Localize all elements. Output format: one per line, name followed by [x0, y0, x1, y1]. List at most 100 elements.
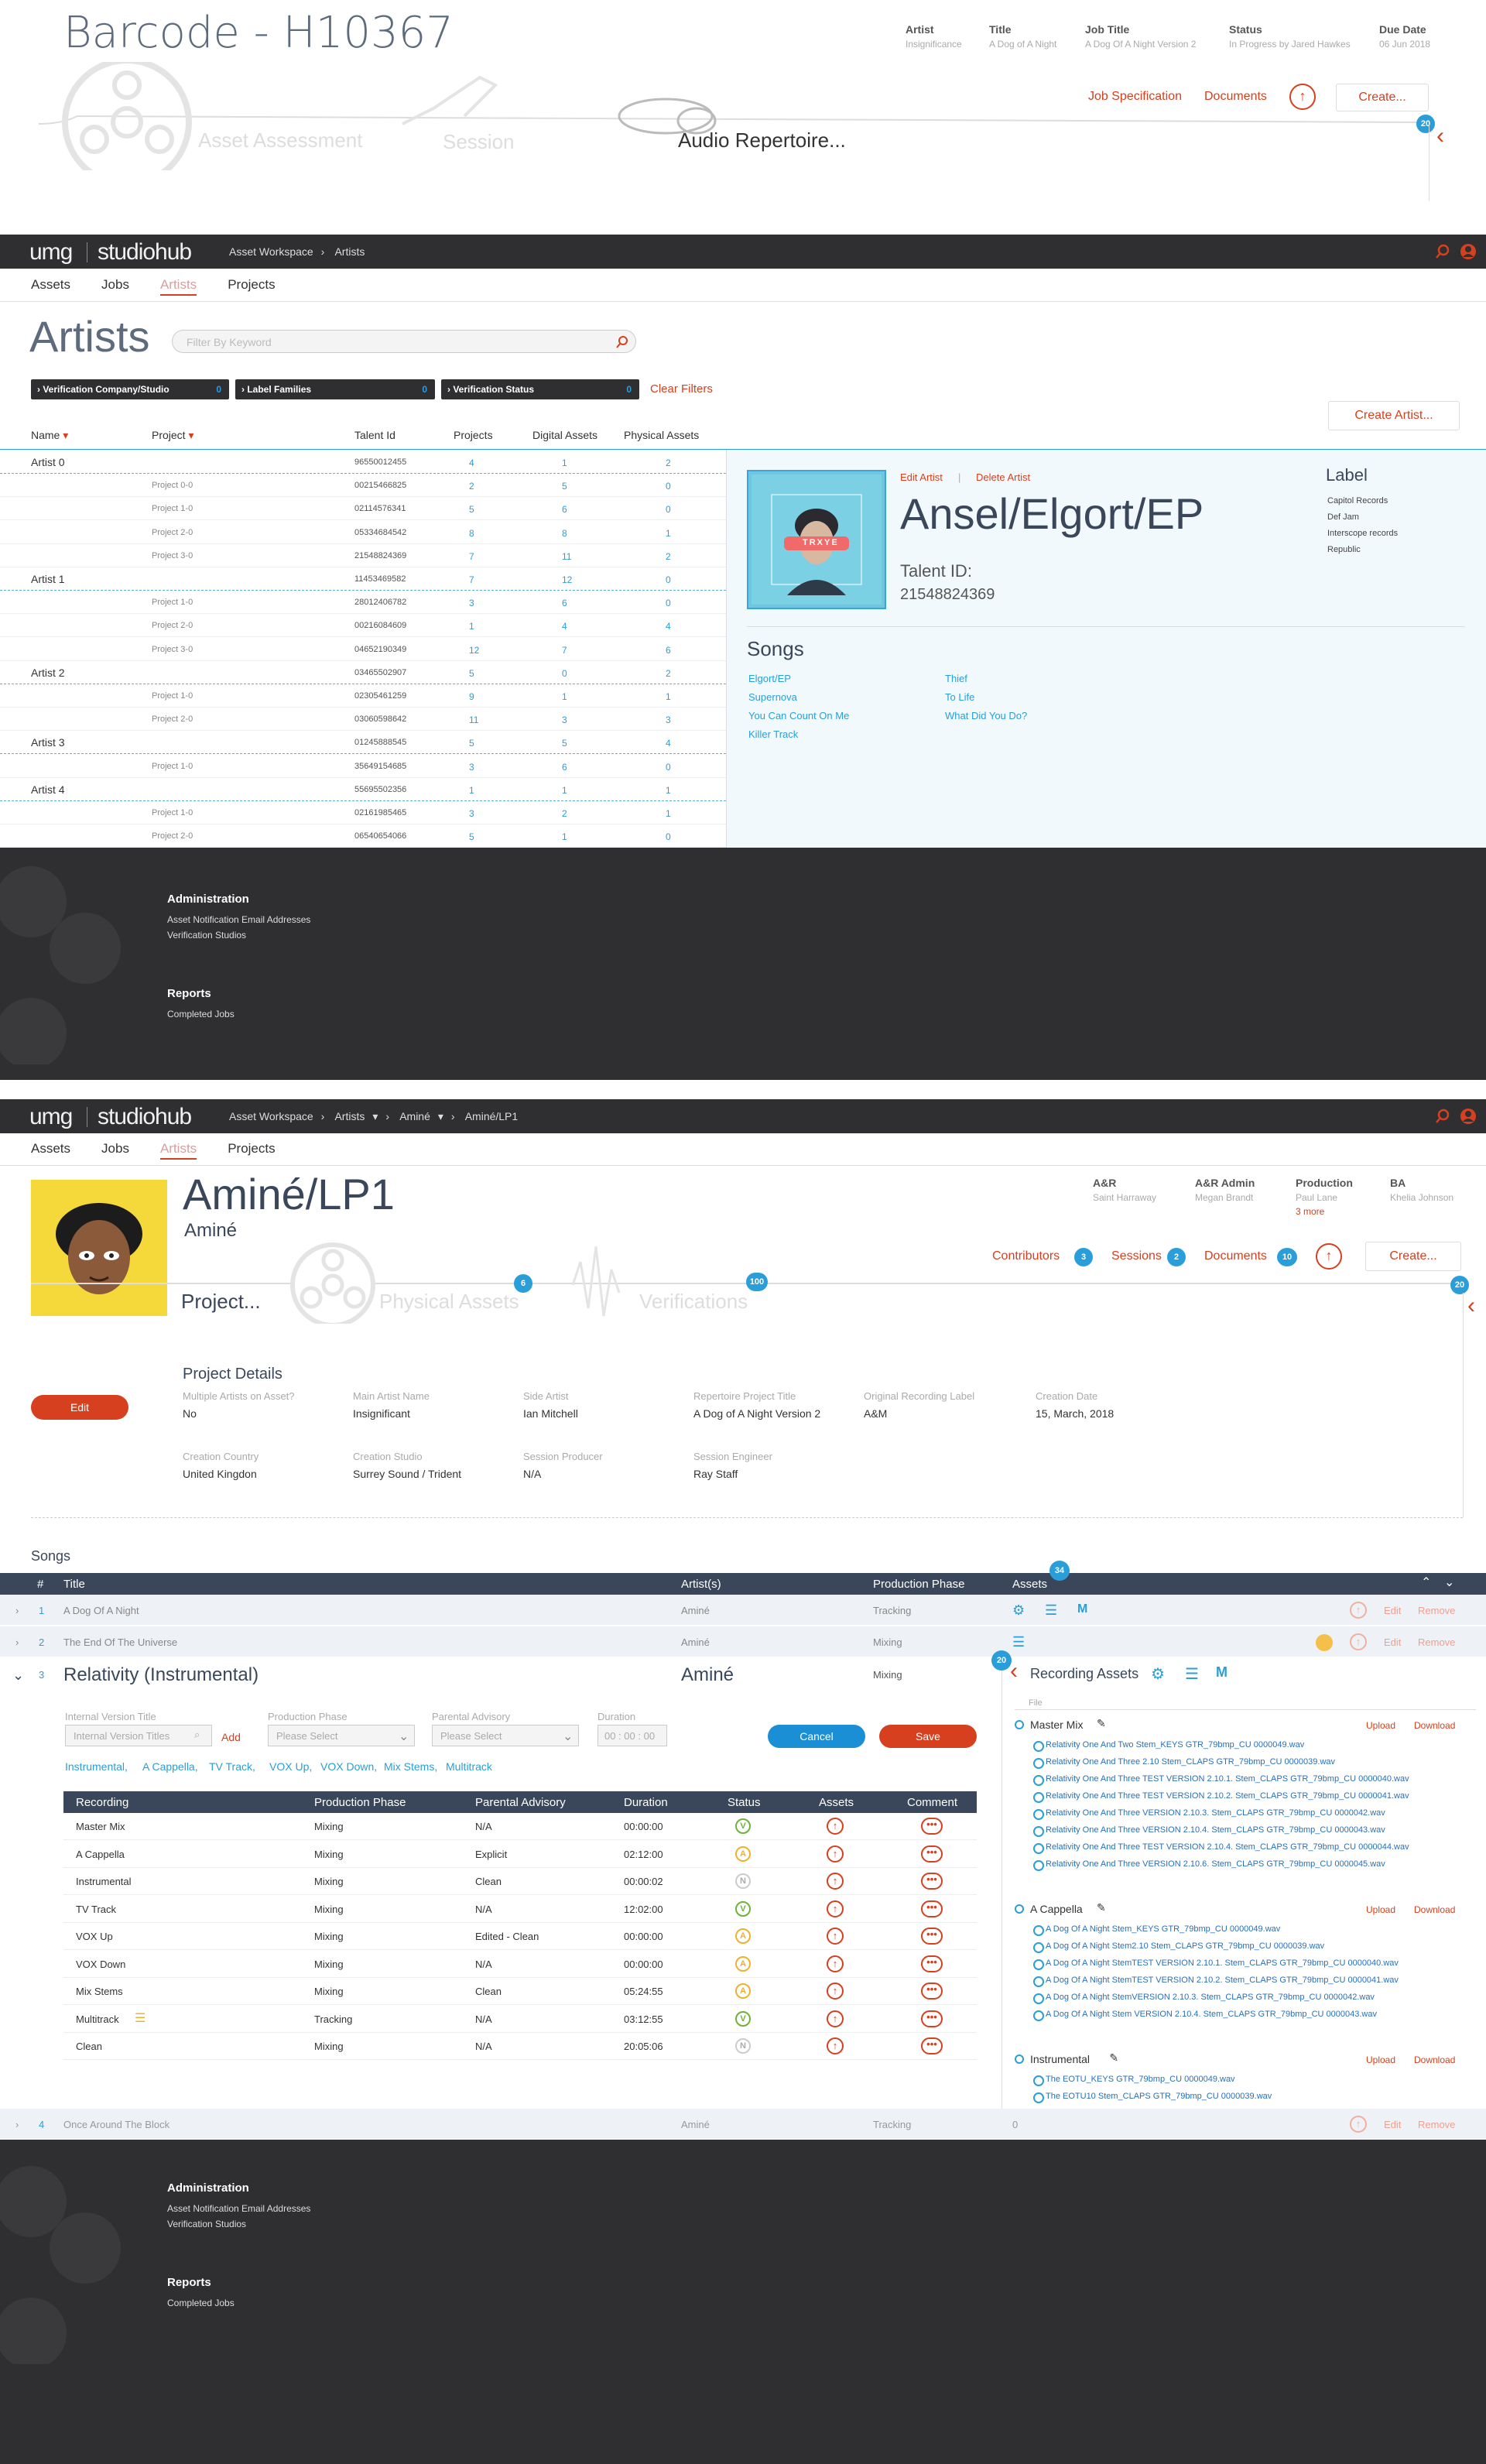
pencil-icon[interactable]: ✎ — [1109, 2051, 1118, 2065]
artist-table-row[interactable]: Project 3-0 04652190349 12 7 6 — [0, 638, 726, 661]
physical-assets-count[interactable]: 0 — [666, 762, 671, 773]
studiohub-logo[interactable]: studiohub — [98, 1104, 192, 1130]
comment-icon[interactable]: ••• — [921, 1900, 943, 1917]
physical-assets-count[interactable]: 4 — [666, 738, 671, 749]
artist-table-row[interactable]: Artist 3 01245888545 5 5 4 — [0, 731, 726, 755]
column-header-digital-assets[interactable]: Digital Assets — [532, 429, 597, 441]
comment-icon[interactable]: ••• — [921, 1818, 943, 1835]
digital-assets-count[interactable]: 11 — [562, 551, 571, 562]
digital-assets-count[interactable]: 6 — [562, 762, 567, 773]
tab-assets[interactable]: Assets — [31, 1141, 70, 1156]
physical-assets-count[interactable]: 6 — [666, 645, 671, 656]
song-link[interactable]: Thief — [945, 670, 1027, 688]
column-header-artists[interactable]: Artist(s) — [681, 1578, 721, 1591]
physical-assets-count[interactable]: 1 — [666, 785, 671, 796]
projects-count[interactable]: 3 — [469, 762, 474, 773]
step-physical-assets[interactable]: Physical Assets — [379, 1290, 519, 1314]
chevron-down-icon[interactable]: ▾ — [438, 1110, 443, 1122]
digital-assets-count[interactable]: 6 — [562, 504, 567, 515]
upload-icon[interactable]: ↑ — [827, 1955, 844, 1972]
download-link[interactable]: Download — [1414, 1904, 1455, 1915]
crumb-artists[interactable]: Artists — [334, 1110, 365, 1122]
crumb-asset-workspace[interactable]: Asset Workspace — [229, 245, 313, 258]
create-button[interactable]: Create... — [1336, 84, 1429, 111]
chevron-right-icon[interactable]: › — [15, 1605, 19, 1616]
umg-logo[interactable]: umg — [29, 1104, 73, 1130]
column-header-project[interactable]: Project ▾ — [152, 429, 194, 442]
umg-logo[interactable]: umg — [29, 239, 73, 266]
tab-jobs[interactable]: Jobs — [101, 277, 129, 292]
projects-count[interactable]: 5 — [469, 738, 474, 749]
asset-file[interactable]: Relativity One And Three 2.10 Stem_CLAPS… — [1033, 1757, 1335, 1769]
artist-table-row[interactable]: Artist 1 11453469582 7 12 0 — [0, 567, 726, 591]
version-title-input[interactable]: Internal Version Titles ⌕ — [65, 1725, 212, 1746]
notification-badge[interactable]: 20 — [1416, 115, 1435, 133]
digital-assets-count[interactable]: 8 — [562, 528, 567, 539]
upload-link[interactable]: Upload — [1366, 2054, 1395, 2065]
upload-icon[interactable]: ↑ — [827, 1873, 844, 1890]
chevron-right-icon[interactable]: › — [15, 1636, 19, 1648]
artist-table-row[interactable]: Project 2-0 00216084609 1 4 4 — [0, 614, 726, 638]
download-link[interactable]: Download — [1414, 1720, 1455, 1731]
chevron-right-icon[interactable]: › — [15, 2119, 19, 2130]
comment-icon[interactable]: ••• — [921, 1955, 943, 1972]
asset-file[interactable]: A Dog Of A Night StemTEST VERSION 2.10.1… — [1033, 1959, 1399, 1970]
artist-table-row[interactable]: Project 2-0 03060598642 11 3 3 — [0, 708, 726, 732]
upload-icon[interactable]: ↑ — [1350, 1633, 1367, 1650]
physical-assets-count[interactable]: 2 — [666, 551, 671, 562]
projects-count[interactable]: 1 — [469, 621, 474, 632]
upload-icon[interactable]: ↑ — [827, 1845, 844, 1863]
asset-file[interactable]: Relativity One And Three TEST VERSION 2.… — [1033, 1791, 1409, 1803]
pencil-icon[interactable]: ✎ — [1097, 1901, 1106, 1914]
asset-file[interactable]: A Dog Of A Night Stem_KEYS GTR_79bmp_CU … — [1032, 1924, 1280, 1936]
digital-assets-count[interactable]: 5 — [562, 481, 567, 492]
crumb-project[interactable]: Aminé/LP1 — [465, 1110, 518, 1122]
digital-assets-count[interactable]: 5 — [562, 738, 567, 749]
column-header-projects[interactable]: Projects — [454, 429, 493, 441]
artist-table-row[interactable]: Project 1-0 35649154685 3 6 0 — [0, 755, 726, 778]
clear-filters-link[interactable]: Clear Filters — [650, 382, 713, 396]
user-icon[interactable] — [1460, 243, 1477, 260]
filter-label-families[interactable]: › Label Families 0 — [235, 379, 435, 399]
comment-icon[interactable]: ••• — [921, 1845, 943, 1863]
radio-icon[interactable] — [1015, 1904, 1024, 1914]
documents-link[interactable]: Documents — [1204, 90, 1267, 104]
list-icon[interactable]: ☰ — [135, 2010, 146, 2026]
tab-projects[interactable]: Projects — [228, 1141, 275, 1156]
upload-link[interactable]: Upload — [1366, 1904, 1395, 1915]
projects-count[interactable]: 3 — [469, 808, 474, 819]
projects-count[interactable]: 4 — [469, 458, 474, 468]
artist-table-row[interactable]: Artist 2 03465502907 5 0 2 — [0, 661, 726, 684]
projects-count[interactable]: 5 — [469, 668, 474, 679]
chevron-left-icon[interactable]: ‹ — [1436, 125, 1444, 148]
remove-link[interactable]: Remove — [1418, 2119, 1455, 2130]
artist-table-row[interactable]: Project 0-0 00215466825 2 5 0 — [0, 474, 726, 498]
crumb-artists[interactable]: Artists — [334, 245, 365, 258]
upload-icon[interactable]: ↑ — [827, 1818, 844, 1835]
projects-count[interactable]: 1 — [469, 785, 474, 796]
step-session[interactable]: Session — [443, 130, 515, 154]
crumb-asset-workspace[interactable]: Asset Workspace — [229, 1110, 313, 1122]
footer-link[interactable]: Asset Notification Email Addresses — [167, 914, 310, 925]
physical-assets-count[interactable]: 0 — [666, 598, 671, 608]
column-header-physical-assets[interactable]: Physical Assets — [624, 429, 699, 441]
more-people-link[interactable]: 3 more — [1296, 1206, 1353, 1217]
chevron-up-icon[interactable]: ⌃ — [1421, 1575, 1431, 1590]
version-chip[interactable]: VOX Down, — [320, 1760, 377, 1773]
asset-file[interactable]: Relativity One And Three VERSION 2.10.3.… — [1033, 1808, 1385, 1820]
song-link[interactable]: You Can Count On Me — [748, 707, 849, 725]
physical-assets-count[interactable]: 0 — [666, 574, 671, 585]
projects-count[interactable]: 7 — [469, 574, 474, 585]
remove-link[interactable]: Remove — [1418, 1605, 1455, 1616]
version-chip[interactable]: Instrumental, — [65, 1760, 128, 1773]
artist-table-row[interactable]: Project 1-0 02161985465 3 2 1 — [0, 801, 726, 824]
tab-artists[interactable]: Artists — [159, 277, 197, 296]
recording-row[interactable]: Master Mix Mixing N/A 00:00:00 V ↑ ••• — [63, 1813, 977, 1840]
job-spec-link[interactable]: Job Specification — [1088, 90, 1182, 104]
step-project[interactable]: Project... — [181, 1290, 261, 1314]
column-header-assets[interactable]: Assets — [1012, 1578, 1047, 1591]
upload-icon[interactable]: ↑ — [1350, 2116, 1367, 2133]
physical-asset-icon[interactable]: ⚙ — [1012, 1602, 1025, 1619]
song-row[interactable]: › 4 Once Around The Block Aminé Tracking… — [0, 2109, 1486, 2140]
projects-count[interactable]: 12 — [469, 645, 479, 656]
